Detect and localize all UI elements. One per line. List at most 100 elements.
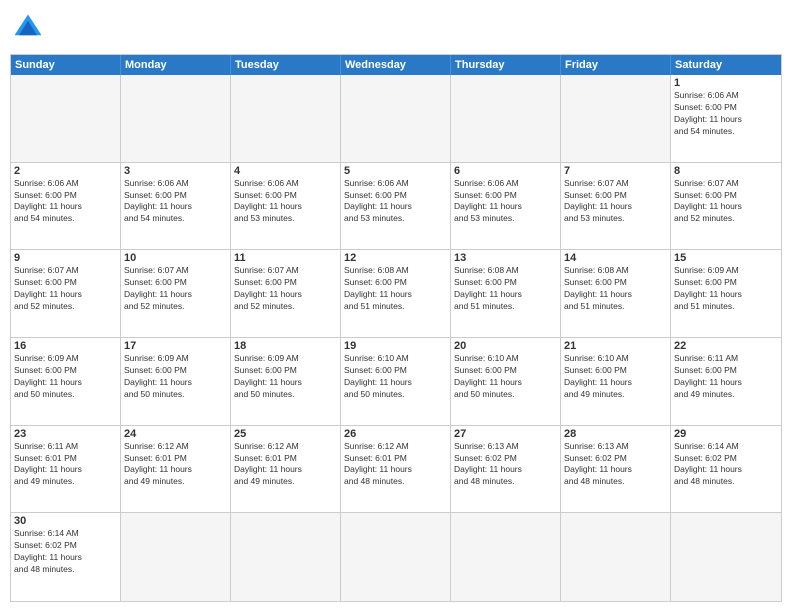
day-number: 30 <box>14 515 117 527</box>
cell-info: Sunrise: 6:12 AM Sunset: 6:01 PM Dayligh… <box>124 441 227 489</box>
calendar-cell-empty <box>11 75 121 163</box>
day-number: 14 <box>564 252 667 264</box>
calendar-cell: 19Sunrise: 6:10 AM Sunset: 6:00 PM Dayli… <box>341 338 451 426</box>
day-number: 19 <box>344 340 447 352</box>
cell-info: Sunrise: 6:11 AM Sunset: 6:01 PM Dayligh… <box>14 441 117 489</box>
cell-info: Sunrise: 6:13 AM Sunset: 6:02 PM Dayligh… <box>564 441 667 489</box>
cell-info: Sunrise: 6:06 AM Sunset: 6:00 PM Dayligh… <box>234 178 337 226</box>
cell-info: Sunrise: 6:06 AM Sunset: 6:00 PM Dayligh… <box>674 90 778 138</box>
calendar-cell: 10Sunrise: 6:07 AM Sunset: 6:00 PM Dayli… <box>121 250 231 338</box>
calendar-cell-empty <box>341 513 451 601</box>
cell-info: Sunrise: 6:09 AM Sunset: 6:00 PM Dayligh… <box>124 353 227 401</box>
header <box>10 10 782 46</box>
day-number: 24 <box>124 428 227 440</box>
calendar-cell: 1Sunrise: 6:06 AM Sunset: 6:00 PM Daylig… <box>671 75 781 163</box>
day-number: 25 <box>234 428 337 440</box>
day-header: Tuesday <box>231 55 341 75</box>
day-number: 29 <box>674 428 778 440</box>
cell-info: Sunrise: 6:06 AM Sunset: 6:00 PM Dayligh… <box>344 178 447 226</box>
day-header: Friday <box>561 55 671 75</box>
day-number: 4 <box>234 165 337 177</box>
cell-info: Sunrise: 6:14 AM Sunset: 6:02 PM Dayligh… <box>14 528 117 576</box>
calendar-cell: 2Sunrise: 6:06 AM Sunset: 6:00 PM Daylig… <box>11 163 121 251</box>
day-headers: SundayMondayTuesdayWednesdayThursdayFrid… <box>11 55 781 75</box>
calendar-cell-empty <box>561 75 671 163</box>
day-number: 15 <box>674 252 778 264</box>
cell-info: Sunrise: 6:07 AM Sunset: 6:00 PM Dayligh… <box>564 178 667 226</box>
cell-info: Sunrise: 6:12 AM Sunset: 6:01 PM Dayligh… <box>234 441 337 489</box>
cell-info: Sunrise: 6:11 AM Sunset: 6:00 PM Dayligh… <box>674 353 778 401</box>
cell-info: Sunrise: 6:09 AM Sunset: 6:00 PM Dayligh… <box>674 265 778 313</box>
day-number: 21 <box>564 340 667 352</box>
cell-info: Sunrise: 6:13 AM Sunset: 6:02 PM Dayligh… <box>454 441 557 489</box>
calendar-cell: 20Sunrise: 6:10 AM Sunset: 6:00 PM Dayli… <box>451 338 561 426</box>
calendar-cell: 9Sunrise: 6:07 AM Sunset: 6:00 PM Daylig… <box>11 250 121 338</box>
day-number: 7 <box>564 165 667 177</box>
cell-info: Sunrise: 6:08 AM Sunset: 6:00 PM Dayligh… <box>454 265 557 313</box>
day-number: 22 <box>674 340 778 352</box>
calendar-cell: 21Sunrise: 6:10 AM Sunset: 6:00 PM Dayli… <box>561 338 671 426</box>
cell-info: Sunrise: 6:12 AM Sunset: 6:01 PM Dayligh… <box>344 441 447 489</box>
day-number: 23 <box>14 428 117 440</box>
calendar-cell-empty <box>451 513 561 601</box>
calendar-cell-empty <box>121 75 231 163</box>
day-header: Monday <box>121 55 231 75</box>
day-number: 12 <box>344 252 447 264</box>
calendar-cell: 5Sunrise: 6:06 AM Sunset: 6:00 PM Daylig… <box>341 163 451 251</box>
calendar-cell: 7Sunrise: 6:07 AM Sunset: 6:00 PM Daylig… <box>561 163 671 251</box>
day-number: 1 <box>674 77 778 89</box>
cell-info: Sunrise: 6:10 AM Sunset: 6:00 PM Dayligh… <box>344 353 447 401</box>
calendar-cell: 17Sunrise: 6:09 AM Sunset: 6:00 PM Dayli… <box>121 338 231 426</box>
day-number: 17 <box>124 340 227 352</box>
calendar-cell: 22Sunrise: 6:11 AM Sunset: 6:00 PM Dayli… <box>671 338 781 426</box>
calendar-cell-empty <box>341 75 451 163</box>
calendar-cell: 3Sunrise: 6:06 AM Sunset: 6:00 PM Daylig… <box>121 163 231 251</box>
day-header: Thursday <box>451 55 561 75</box>
calendar-cell-empty <box>231 75 341 163</box>
day-number: 26 <box>344 428 447 440</box>
calendar-cell: 24Sunrise: 6:12 AM Sunset: 6:01 PM Dayli… <box>121 426 231 514</box>
day-number: 10 <box>124 252 227 264</box>
calendar-cell: 18Sunrise: 6:09 AM Sunset: 6:00 PM Dayli… <box>231 338 341 426</box>
calendar-cell: 16Sunrise: 6:09 AM Sunset: 6:00 PM Dayli… <box>11 338 121 426</box>
cell-info: Sunrise: 6:09 AM Sunset: 6:00 PM Dayligh… <box>14 353 117 401</box>
day-header: Sunday <box>11 55 121 75</box>
day-number: 28 <box>564 428 667 440</box>
calendar-cell: 25Sunrise: 6:12 AM Sunset: 6:01 PM Dayli… <box>231 426 341 514</box>
day-number: 5 <box>344 165 447 177</box>
calendar-cell: 28Sunrise: 6:13 AM Sunset: 6:02 PM Dayli… <box>561 426 671 514</box>
calendar-cell-empty <box>451 75 561 163</box>
calendar: SundayMondayTuesdayWednesdayThursdayFrid… <box>10 54 782 602</box>
day-number: 2 <box>14 165 117 177</box>
day-number: 27 <box>454 428 557 440</box>
cell-info: Sunrise: 6:07 AM Sunset: 6:00 PM Dayligh… <box>234 265 337 313</box>
calendar-cell: 14Sunrise: 6:08 AM Sunset: 6:00 PM Dayli… <box>561 250 671 338</box>
cell-info: Sunrise: 6:08 AM Sunset: 6:00 PM Dayligh… <box>344 265 447 313</box>
calendar-cell: 6Sunrise: 6:06 AM Sunset: 6:00 PM Daylig… <box>451 163 561 251</box>
calendar-cell: 26Sunrise: 6:12 AM Sunset: 6:01 PM Dayli… <box>341 426 451 514</box>
day-number: 18 <box>234 340 337 352</box>
cell-info: Sunrise: 6:09 AM Sunset: 6:00 PM Dayligh… <box>234 353 337 401</box>
cell-info: Sunrise: 6:06 AM Sunset: 6:00 PM Dayligh… <box>124 178 227 226</box>
logo-icon <box>10 10 46 46</box>
cell-info: Sunrise: 6:10 AM Sunset: 6:00 PM Dayligh… <box>564 353 667 401</box>
calendar-cell: 23Sunrise: 6:11 AM Sunset: 6:01 PM Dayli… <box>11 426 121 514</box>
day-number: 13 <box>454 252 557 264</box>
calendar-cell: 11Sunrise: 6:07 AM Sunset: 6:00 PM Dayli… <box>231 250 341 338</box>
calendar-cell: 4Sunrise: 6:06 AM Sunset: 6:00 PM Daylig… <box>231 163 341 251</box>
cell-info: Sunrise: 6:06 AM Sunset: 6:00 PM Dayligh… <box>14 178 117 226</box>
cell-info: Sunrise: 6:10 AM Sunset: 6:00 PM Dayligh… <box>454 353 557 401</box>
calendar-cell: 27Sunrise: 6:13 AM Sunset: 6:02 PM Dayli… <box>451 426 561 514</box>
day-header: Wednesday <box>341 55 451 75</box>
calendar-cell: 12Sunrise: 6:08 AM Sunset: 6:00 PM Dayli… <box>341 250 451 338</box>
day-number: 16 <box>14 340 117 352</box>
calendar-cell: 13Sunrise: 6:08 AM Sunset: 6:00 PM Dayli… <box>451 250 561 338</box>
page: SundayMondayTuesdayWednesdayThursdayFrid… <box>0 0 792 612</box>
cell-info: Sunrise: 6:08 AM Sunset: 6:00 PM Dayligh… <box>564 265 667 313</box>
calendar-grid: 1Sunrise: 6:06 AM Sunset: 6:00 PM Daylig… <box>11 75 781 601</box>
calendar-cell: 8Sunrise: 6:07 AM Sunset: 6:00 PM Daylig… <box>671 163 781 251</box>
calendar-cell-empty <box>671 513 781 601</box>
day-number: 3 <box>124 165 227 177</box>
logo <box>10 10 50 46</box>
cell-info: Sunrise: 6:14 AM Sunset: 6:02 PM Dayligh… <box>674 441 778 489</box>
